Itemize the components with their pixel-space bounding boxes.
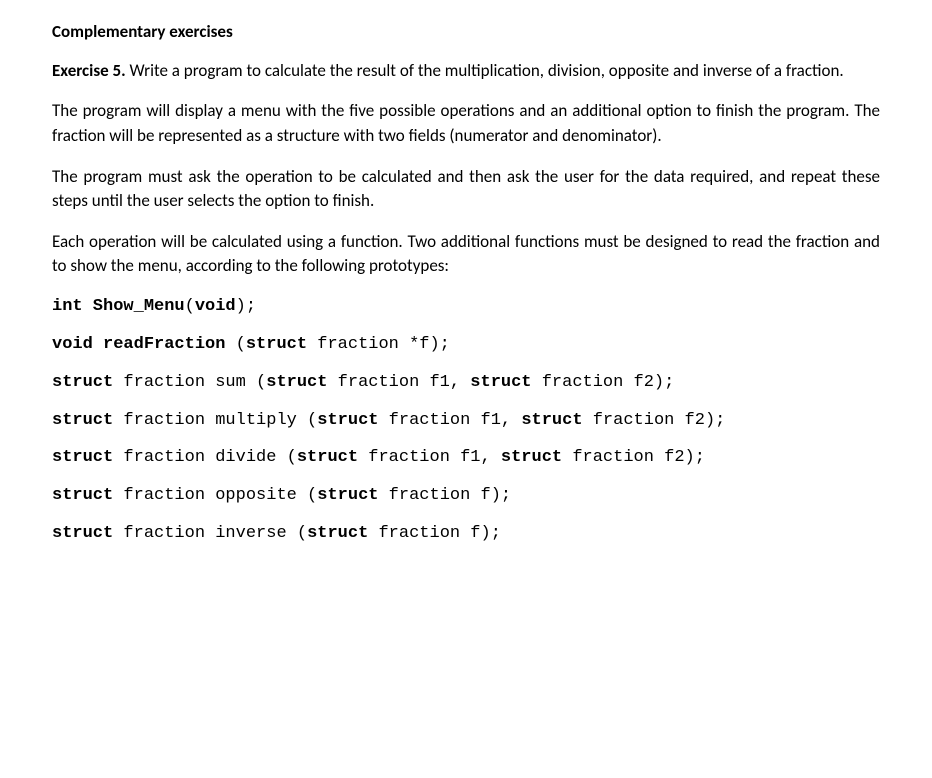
prototype-multiply: struct fraction multiply (struct fractio… xyxy=(52,409,880,433)
exercise-label: Exercise 5. xyxy=(52,60,126,81)
paragraph-1: The program will display a menu with the… xyxy=(52,99,880,148)
prototype-read-fraction: void readFraction (struct fraction *f); xyxy=(52,333,880,357)
prototype-inverse: struct fraction inverse (struct fraction… xyxy=(52,522,880,546)
exercise-text: Write a program to calculate the result … xyxy=(126,60,844,81)
paragraph-2: The program must ask the operation to be… xyxy=(52,165,880,214)
prototype-sum: struct fraction sum (struct fraction f1,… xyxy=(52,371,880,395)
prototype-show-menu: int Show_Menu(void); xyxy=(52,295,880,319)
paragraph-3: Each operation will be calculated using … xyxy=(52,230,880,279)
section-heading: Complementary exercises xyxy=(52,20,880,45)
prototype-divide: struct fraction divide (struct fraction … xyxy=(52,446,880,470)
exercise-intro: Exercise 5. Write a program to calculate… xyxy=(52,59,880,84)
prototype-opposite: struct fraction opposite (struct fractio… xyxy=(52,484,880,508)
